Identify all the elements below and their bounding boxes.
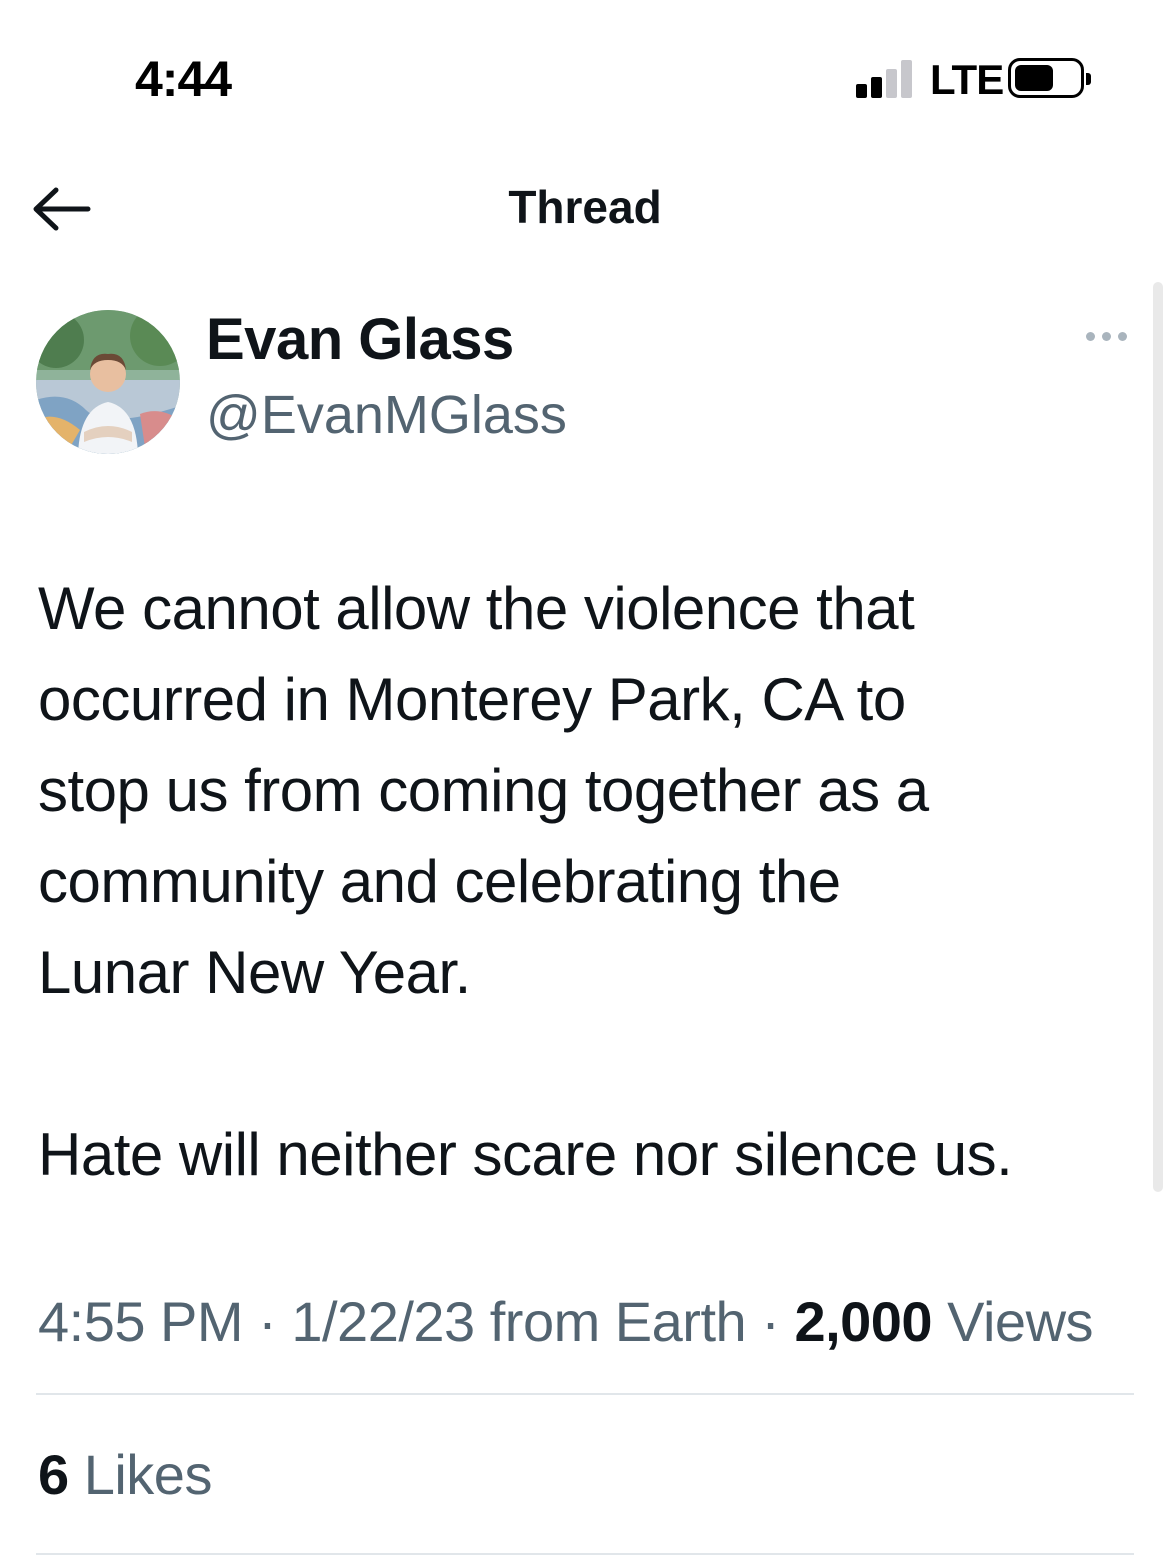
page-title: Thread <box>508 181 662 233</box>
thread-screen: 4:44 LTE Thread Evan Glass @EvanMGlass W… <box>0 0 1170 1561</box>
likes-count: 6 <box>38 1443 69 1506</box>
divider <box>36 1393 1134 1395</box>
tweet-line: We cannot allow the violence that <box>38 575 915 642</box>
views-count: 2,000 <box>794 1290 933 1353</box>
scrollbar[interactable] <box>1153 282 1163 1192</box>
tweet-line: community and celebrating the <box>38 848 841 915</box>
signal-strength-icon <box>856 60 914 98</box>
likes-label: Likes <box>83 1443 213 1506</box>
avatar[interactable] <box>36 310 180 454</box>
tweet-meta: 4:55 PM · 1/22/23 from Earth · 2,000 Vie… <box>38 1282 1138 1362</box>
tweet-text: We cannot allow the violence that occurr… <box>38 563 1148 1200</box>
status-time: 4:44 <box>135 51 232 107</box>
network-type: LTE <box>930 56 1004 103</box>
tweet-line: occurred in Monterey Park, CA to <box>38 666 906 733</box>
meta-separator: · <box>761 1290 780 1353</box>
tweet-time[interactable]: 4:55 PM <box>38 1290 244 1353</box>
battery-icon <box>1008 58 1091 98</box>
likes-stat[interactable]: 6 Likes <box>38 1442 212 1507</box>
divider <box>36 1553 1134 1555</box>
tweet-date[interactable]: 1/22/23 <box>291 1290 475 1353</box>
author-handle[interactable]: @EvanMGlass <box>206 384 567 446</box>
meta-separator: · <box>258 1290 277 1353</box>
tweet-source: from Earth <box>489 1290 747 1353</box>
tweet-line: Hate will neither scare nor silence us. <box>38 1121 1013 1188</box>
more-options-icon[interactable] <box>1084 326 1130 348</box>
tweet-line: stop us from coming together as a <box>38 757 929 824</box>
author-name[interactable]: Evan Glass <box>206 306 514 373</box>
views-label: Views <box>947 1290 1094 1353</box>
tweet-line: Lunar New Year. <box>38 939 471 1006</box>
